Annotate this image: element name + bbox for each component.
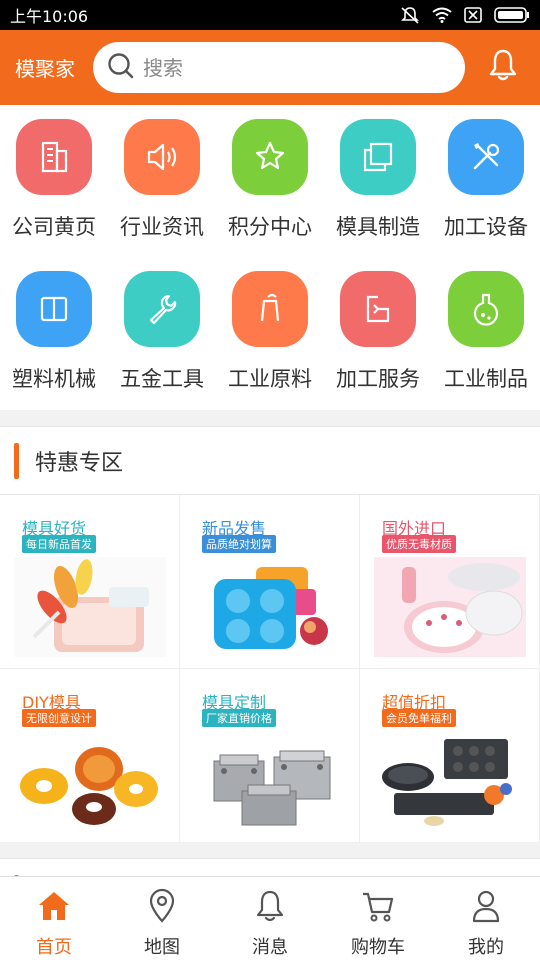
- map-pin-icon: [143, 887, 181, 925]
- special-deals-section: 特惠专区 模具好货 每日新品首发 新品发售 品质绝对划算 国外进口 优质无毒材质…: [0, 426, 540, 843]
- category-label: 五金工具: [120, 367, 204, 391]
- flask-icon: [448, 271, 524, 347]
- section-accent-bar: [14, 442, 19, 479]
- promo-card[interactable]: 国外进口 优质无毒材质: [360, 495, 540, 669]
- category-hardware-tools[interactable]: 五金工具: [108, 257, 216, 409]
- copy-icon: [340, 119, 416, 195]
- search-input[interactable]: [143, 55, 443, 80]
- nav-map[interactable]: 地图: [108, 877, 216, 960]
- ice-tray-image: [194, 557, 346, 657]
- status-icons: [400, 6, 530, 24]
- bell-icon: [251, 887, 289, 925]
- promo-card[interactable]: 模具好货 每日新品首发: [0, 495, 180, 669]
- wifi-icon: [432, 7, 452, 23]
- star-icon: [232, 119, 308, 195]
- promo-tag: 会员免单福利: [382, 709, 456, 727]
- promo-card[interactable]: 新品发售 品质绝对划算: [180, 495, 360, 669]
- mute-icon: [400, 6, 420, 24]
- promo-card[interactable]: 模具定制 厂家直销价格: [180, 669, 360, 843]
- promo-card[interactable]: 超值折扣 会员免单福利: [360, 669, 540, 843]
- category-industry-news[interactable]: 行业资讯: [108, 105, 216, 257]
- user-icon: [467, 887, 505, 925]
- category-label: 塑料机械: [12, 367, 96, 391]
- promo-grid: 模具好货 每日新品首发 新品发售 品质绝对划算 国外进口 优质无毒材质 DIY模…: [0, 495, 540, 843]
- section-header: 特惠专区: [0, 427, 540, 495]
- bottom-nav: 首页 地图 消息 购物车 我的: [0, 876, 540, 960]
- category-label: 加工设备: [444, 215, 528, 239]
- steel-mold-image: [194, 731, 346, 831]
- category-label: 工业原料: [228, 367, 312, 391]
- promo-card[interactable]: DIY模具 无限创意设计: [0, 669, 180, 843]
- no-sim-icon: [464, 7, 482, 23]
- nav-messages[interactable]: 消息: [216, 877, 324, 960]
- category-industrial-products[interactable]: 工业制品: [432, 257, 540, 409]
- status-time: 上午10:06: [10, 7, 89, 26]
- building-icon: [16, 119, 92, 195]
- bell-icon: [488, 48, 518, 86]
- nav-cart[interactable]: 购物车: [324, 877, 432, 960]
- section-title: 特惠专区: [35, 450, 124, 476]
- category-processing-equipment[interactable]: 加工设备: [432, 105, 540, 257]
- donut-mold-image: [14, 731, 166, 831]
- battery-icon: [494, 7, 530, 23]
- category-mold-making[interactable]: 模具制造: [324, 105, 432, 257]
- category-label: 积分中心: [228, 215, 312, 239]
- category-processing-services[interactable]: 加工服务: [324, 257, 432, 409]
- tools-icon: [448, 119, 524, 195]
- search-box[interactable]: [93, 42, 465, 93]
- category-grid: 公司黄页 行业资讯 积分中心 模具制造 加工设备 塑料机械 五金工具 工业原料 …: [0, 105, 540, 410]
- category-label: 公司黄页: [12, 215, 96, 239]
- promo-tag: 品质绝对划算: [202, 535, 276, 553]
- app-brand: 模聚家: [15, 57, 75, 81]
- popsicle-mold-image: [14, 557, 166, 657]
- nav-label: 我的: [468, 937, 504, 958]
- book-icon: [16, 271, 92, 347]
- promo-tag: 每日新品首发: [22, 535, 96, 553]
- promo-tag: 优质无毒材质: [382, 535, 456, 553]
- category-label: 工业制品: [444, 367, 528, 391]
- category-industrial-materials[interactable]: 工业原料: [216, 257, 324, 409]
- service-icon: [340, 271, 416, 347]
- kitchenware-image: [374, 557, 526, 657]
- promo-tag: 无限创意设计: [22, 709, 96, 727]
- category-label: 行业资讯: [120, 215, 204, 239]
- wrench-icon: [124, 271, 200, 347]
- search-icon: [107, 52, 135, 84]
- nav-label: 购物车: [351, 937, 405, 958]
- baking-pan-image: [374, 731, 526, 831]
- category-label: 模具制造: [336, 215, 420, 239]
- nav-label: 首页: [36, 937, 72, 958]
- nav-home[interactable]: 首页: [0, 877, 108, 960]
- speaker-icon: [124, 119, 200, 195]
- material-icon: [232, 271, 308, 347]
- nav-profile[interactable]: 我的: [432, 877, 540, 960]
- category-points-center[interactable]: 积分中心: [216, 105, 324, 257]
- category-label: 加工服务: [336, 367, 420, 391]
- nav-label: 消息: [252, 937, 288, 958]
- notification-button[interactable]: [486, 48, 520, 86]
- promo-tag: 厂家直销价格: [202, 709, 276, 727]
- status-bar: 上午10:06: [0, 0, 540, 30]
- category-plastic-machinery[interactable]: 塑料机械: [0, 257, 108, 409]
- app-header: 模聚家: [0, 30, 540, 105]
- nav-label: 地图: [144, 937, 180, 958]
- category-company-directory[interactable]: 公司黄页: [0, 105, 108, 257]
- cart-icon: [359, 887, 397, 925]
- home-icon: [35, 887, 73, 925]
